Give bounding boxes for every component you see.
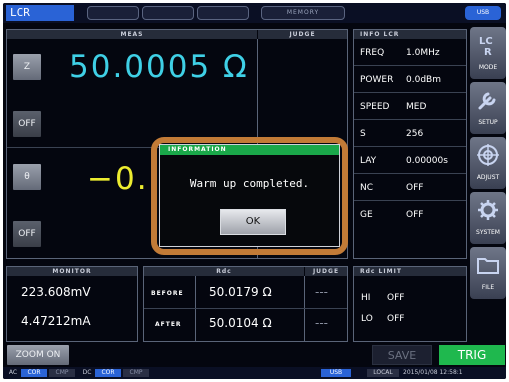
monitor-panel [6, 266, 138, 342]
info-row: S 256 [354, 121, 466, 147]
status-cmp-dc: CMP [123, 369, 149, 377]
rdc-panel [143, 266, 348, 342]
adjust-button[interactable]: ADJUST [470, 137, 506, 189]
svg-text:R: R [484, 47, 492, 57]
rdc-before-label: BEFORE [151, 290, 184, 297]
off1-button[interactable]: OFF [13, 111, 41, 137]
info-row: POWER 0.0dBm [354, 67, 466, 93]
ok-button[interactable]: OK [220, 209, 286, 235]
status-datetime: 2015/01/08 12:58:1 [403, 369, 463, 376]
system-label: SYSTEM [476, 229, 500, 236]
info-row: FREQ 1.0MHz [354, 40, 466, 66]
file-button[interactable]: FILE [470, 247, 506, 299]
judge-header: JUDGE [258, 30, 347, 39]
usb-badge: USB [465, 6, 501, 20]
info-row: SPEED MED [354, 94, 466, 120]
info-row: LAY 0.00000s [354, 148, 466, 174]
rdc-before-judge: --- [315, 285, 328, 299]
dialog-message: Warm up completed. [189, 177, 310, 190]
param2-button[interactable]: θ [13, 164, 41, 190]
rdc-after-label: AFTER [155, 321, 182, 328]
rdc-limit-lo-label: LO [361, 314, 373, 324]
rdc-judge-header: JUDGE [305, 267, 347, 276]
monitor-voltage: 223.608mV [21, 285, 91, 299]
setup-button[interactable]: SETUP [470, 82, 506, 134]
system-button[interactable]: SYSTEM [470, 192, 506, 244]
rdc-limit-panel [353, 266, 467, 342]
adjust-label: ADJUST [476, 174, 500, 181]
target-icon [477, 144, 499, 166]
gear-icon [478, 200, 498, 220]
status-bar: AC COR CMP DC COR CMP USB LOCAL 2015/01/… [3, 367, 506, 379]
status-ac: AC [8, 369, 18, 376]
param2-value: −0. [87, 161, 149, 197]
mode-label: MODE [478, 64, 498, 71]
rdc-row-divider [144, 308, 347, 309]
rdc-limit-header: Rdc LIMIT [354, 267, 466, 276]
rdc-after-judge: --- [315, 316, 328, 330]
meas-header: MEAS [7, 30, 257, 39]
param1-value: 50.0005 Ω [69, 49, 249, 85]
wrench-icon [478, 92, 496, 110]
status-cmp-ac: CMP [49, 369, 75, 377]
dialog-header: INFORMATION [160, 145, 339, 155]
top-tab-2[interactable] [142, 6, 194, 20]
status-cor-ac: COR [21, 369, 47, 377]
trig-button[interactable]: TRIG [439, 345, 505, 365]
monitor-header: MONITOR [7, 267, 137, 276]
lcr-mode-icon: LC R [479, 36, 493, 57]
memory-tab[interactable]: MEMORY [261, 6, 345, 20]
mode-button[interactable]: LC R MODE [470, 27, 506, 79]
param1-button[interactable]: Z [13, 54, 41, 80]
information-dialog: INFORMATION Warm up completed. OK [159, 144, 340, 247]
top-tab-1[interactable] [87, 6, 139, 20]
top-tab-3[interactable] [197, 6, 249, 20]
lcr-screen: LCR MEMORY USB MEAS JUDGE Z 50.0005 Ω OF… [3, 3, 506, 379]
monitor-current: 4.47212mA [21, 314, 91, 328]
rdc-after-value: 50.0104 Ω [209, 316, 272, 330]
off2-button[interactable]: OFF [13, 221, 41, 247]
zoom-on-button[interactable]: ZOOM ON [7, 345, 69, 365]
status-local: LOCAL [367, 369, 399, 377]
status-usb: USB [321, 369, 351, 377]
save-button[interactable]: SAVE [372, 345, 432, 365]
file-label: FILE [481, 284, 495, 291]
svg-text:LC: LC [479, 36, 493, 47]
info-row: GE OFF [360, 210, 424, 220]
status-cor-dc: COR [95, 369, 121, 377]
rdc-limit-hi-label: HI [361, 293, 371, 303]
status-dc: DC [82, 369, 92, 376]
rdc-before-value: 50.0179 Ω [209, 285, 272, 299]
info-row: NC OFF [354, 175, 466, 201]
rdc-header: Rdc [144, 267, 304, 276]
folder-icon [477, 258, 499, 274]
rdc-limit-lo-value: OFF [387, 314, 405, 324]
app-title: LCR [6, 5, 74, 21]
rdc-limit-hi-value: OFF [387, 293, 405, 303]
info-lcr-header: INFO LCR [354, 30, 466, 39]
setup-label: SETUP [478, 119, 498, 126]
top-bar: LCR MEMORY USB [3, 3, 506, 23]
